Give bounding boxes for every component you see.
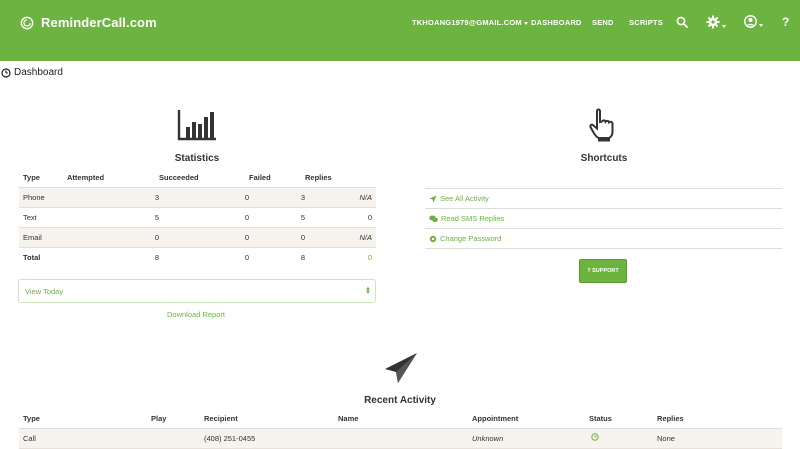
brand-link[interactable]: ReminderCall.com xyxy=(20,15,157,30)
table-row: Phone 3 0 3 N/A xyxy=(19,187,376,208)
breadcrumb: Dashboard xyxy=(1,67,63,78)
change-password-link[interactable]: Change Password xyxy=(425,229,782,249)
settings-menu[interactable] xyxy=(706,15,726,29)
recent-activity-table: Type Play Recipient Name Appointment Sta… xyxy=(19,410,782,449)
column-header: Status xyxy=(589,410,657,429)
table-cell: None xyxy=(657,428,782,449)
table-row[interactable]: Call (408) 251-0455 Unknown None xyxy=(19,428,782,449)
column-header: Recipient xyxy=(204,410,338,429)
column-header: Attempted xyxy=(67,169,159,188)
recent-activity-title: Recent Activity xyxy=(364,395,436,406)
help-button[interactable]: ? xyxy=(782,15,789,29)
logo-icon xyxy=(20,16,34,29)
table-cell: (408) 251-0455 xyxy=(204,428,338,449)
support-button[interactable]: ? SUPPORT xyxy=(579,259,627,283)
shortcuts-list: See All Activity Read SMS Replies Change… xyxy=(425,188,782,249)
table-row: Total 8 0 8 0 xyxy=(19,247,376,267)
table-cell: 8 xyxy=(154,252,159,262)
pointer-hand-icon xyxy=(589,108,614,142)
table-cell: 3 xyxy=(249,187,305,208)
replies-link[interactable]: 0 xyxy=(305,247,376,267)
statistics-title: Statistics xyxy=(174,153,220,164)
gear-icon xyxy=(429,235,437,242)
table-cell: 0 xyxy=(305,207,376,228)
user-menu[interactable] xyxy=(744,15,763,28)
table-cell xyxy=(338,428,472,449)
shortcuts-title: Shortcuts xyxy=(580,153,628,164)
table-cell: 0 xyxy=(159,227,249,248)
send-icon xyxy=(429,195,437,202)
period-select-value: View Today xyxy=(25,286,64,296)
table-cell: 0 xyxy=(67,227,159,248)
shortcut-label: Read SMS Replies xyxy=(441,214,505,223)
brand-name: ReminderCall.com xyxy=(41,15,157,30)
play-cell xyxy=(151,428,204,449)
nav-scripts[interactable]: SCRIPTS xyxy=(629,18,663,27)
table-cell: Email xyxy=(19,227,67,248)
column-header: Replies xyxy=(657,410,782,429)
paper-plane-icon xyxy=(385,353,417,383)
chevron-down-icon xyxy=(759,24,763,27)
chevron-down-icon xyxy=(523,21,528,25)
table-cell: Call xyxy=(19,428,151,449)
clock-icon xyxy=(591,433,599,441)
table-cell: 0 xyxy=(159,187,249,208)
column-header: Play xyxy=(151,410,204,429)
chevron-down-icon xyxy=(722,24,726,28)
column-header: Type xyxy=(19,169,67,188)
download-report-link[interactable]: Download Report xyxy=(167,310,225,319)
nav-dashboard[interactable]: DASHBOARD xyxy=(531,18,582,27)
table-cell: 0 xyxy=(249,227,305,248)
user-icon xyxy=(744,15,757,28)
bar-chart-icon xyxy=(177,110,216,141)
column-header: Name xyxy=(338,410,472,429)
column-header: Type xyxy=(19,410,151,429)
shortcut-label: Change Password xyxy=(440,234,502,243)
table-cell: Unknown xyxy=(472,428,589,449)
top-navbar: ReminderCall.com TKHOANG1979@GMAIL.COM D… xyxy=(0,0,800,61)
account-email: TKHOANG1979@GMAIL.COM xyxy=(412,18,522,27)
search-button[interactable] xyxy=(676,16,688,28)
column-header: Succeeded xyxy=(159,169,249,188)
table-cell: 5 xyxy=(249,207,305,228)
status-cell xyxy=(589,428,657,449)
column-header: Appointment xyxy=(472,410,589,429)
table-cell: 5 xyxy=(67,207,159,228)
table-cell: 3 xyxy=(67,187,159,208)
read-sms-replies-link[interactable]: Read SMS Replies xyxy=(425,209,782,229)
column-header: Replies xyxy=(305,169,376,188)
table-row: Text 5 0 5 0 xyxy=(19,207,376,228)
dashboard-icon xyxy=(1,67,11,78)
statistics-table: Type Attempted Succeeded Failed Replies … xyxy=(19,169,376,267)
column-header: Failed xyxy=(249,169,305,188)
gear-icon xyxy=(706,15,720,29)
table-cell: N/A xyxy=(305,187,376,208)
table-cell: N/A xyxy=(305,227,376,248)
page-title: Dashboard xyxy=(14,67,63,78)
table-cell: 0 xyxy=(159,207,249,228)
table-cell: Text xyxy=(19,207,67,228)
table-cell: 0 xyxy=(244,252,249,262)
table-row: Email 0 0 0 N/A xyxy=(19,227,376,248)
nav-send[interactable]: SEND xyxy=(592,18,614,27)
table-cell: 8 xyxy=(300,252,305,262)
table-cell: Total xyxy=(23,252,41,262)
account-menu[interactable]: TKHOANG1979@GMAIL.COM xyxy=(412,18,528,27)
shortcut-label: See All Activity xyxy=(440,194,489,203)
select-arrows-icon: ▲ ▼ xyxy=(365,286,371,296)
period-select[interactable]: View Today ▲ ▼ xyxy=(18,279,376,303)
table-cell: Phone xyxy=(19,187,67,208)
chat-icon xyxy=(429,215,438,222)
search-icon xyxy=(676,16,688,28)
see-all-activity-link[interactable]: See All Activity xyxy=(425,189,782,209)
